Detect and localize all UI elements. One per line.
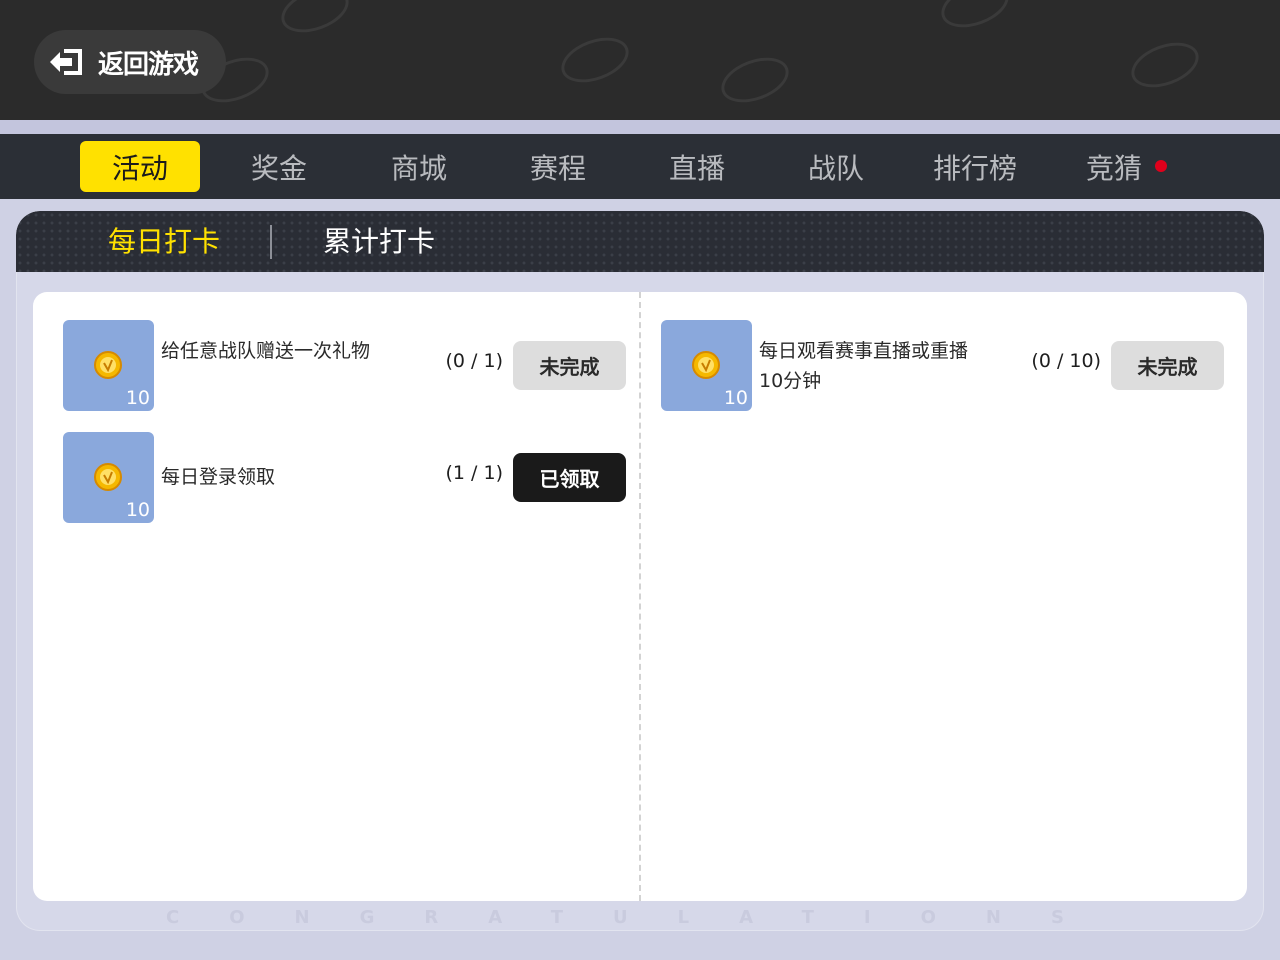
tab-leaderboard[interactable]: 排行榜 <box>915 141 1035 192</box>
main-nav: 活动 奖金 商城 赛程 直播 战队 排行榜 竞猜 <box>0 134 1280 199</box>
task-status-button[interactable]: 未完成 <box>513 341 626 390</box>
background-pattern <box>1125 34 1205 96</box>
task-status-button[interactable]: 已领取 <box>513 453 626 502</box>
reward-quantity: 10 <box>723 387 748 409</box>
subtab-daily-checkin[interactable]: 每日打卡 <box>108 221 220 263</box>
task-row: 10 每日观看赛事直播或重播10分钟 (0 / 10) 未完成 <box>661 320 1225 412</box>
task-title: 给任意战队赠送一次礼物 <box>161 340 371 362</box>
checkin-panel: 每日打卡 累计打卡 10 给任意战队赠送一次礼物 (0 / 1) 未完成 10 … <box>16 211 1264 931</box>
tab-activity[interactable]: 活动 <box>80 141 200 192</box>
tab-schedule[interactable]: 赛程 <box>498 141 618 192</box>
column-divider <box>639 292 641 901</box>
task-progress: (0 / 1) <box>445 350 503 372</box>
task-list-card: 10 给任意战队赠送一次礼物 (0 / 1) 未完成 10 每日登录领取 (1 … <box>33 292 1247 901</box>
task-row: 10 给任意战队赠送一次礼物 (0 / 1) 未完成 <box>63 320 627 412</box>
coin-icon <box>94 351 122 379</box>
task-status-button[interactable]: 未完成 <box>1111 341 1224 390</box>
watermark-text: CONGRATULATIONS <box>166 907 1114 928</box>
background-pattern <box>715 49 795 111</box>
coin-icon <box>692 351 720 379</box>
tab-prize[interactable]: 奖金 <box>219 141 339 192</box>
subtab-separator <box>270 225 272 259</box>
notification-dot <box>1155 160 1167 172</box>
task-progress: (1 / 1) <box>445 462 503 484</box>
reward-tile: 10 <box>63 320 154 411</box>
background-pattern <box>555 29 635 91</box>
task-progress: (0 / 10) <box>1031 350 1101 372</box>
reward-quantity: 10 <box>125 387 150 409</box>
task-title: 每日观看赛事直播或重播10分钟 <box>759 340 969 392</box>
subtab-cumulative-checkin[interactable]: 累计打卡 <box>323 221 435 263</box>
reward-tile: 10 <box>63 432 154 523</box>
background-pattern <box>275 0 355 41</box>
back-to-game-button[interactable]: 返回游戏 <box>34 30 226 94</box>
background-pattern <box>935 0 1015 36</box>
exit-arrow-icon <box>50 49 82 75</box>
nav-divider <box>0 120 1280 134</box>
coin-icon <box>94 463 122 491</box>
subtab-bar: 每日打卡 累计打卡 <box>16 211 1264 272</box>
top-bar: 返回游戏 <box>0 0 1280 120</box>
reward-quantity: 10 <box>125 499 150 521</box>
reward-tile: 10 <box>661 320 752 411</box>
task-title: 每日登录领取 <box>161 466 276 488</box>
tab-live[interactable]: 直播 <box>637 141 757 192</box>
tab-teams[interactable]: 战队 <box>776 141 896 192</box>
back-label: 返回游戏 <box>98 49 199 80</box>
tab-shop[interactable]: 商城 <box>359 141 479 192</box>
task-row: 10 每日登录领取 (1 / 1) 已领取 <box>63 432 627 524</box>
